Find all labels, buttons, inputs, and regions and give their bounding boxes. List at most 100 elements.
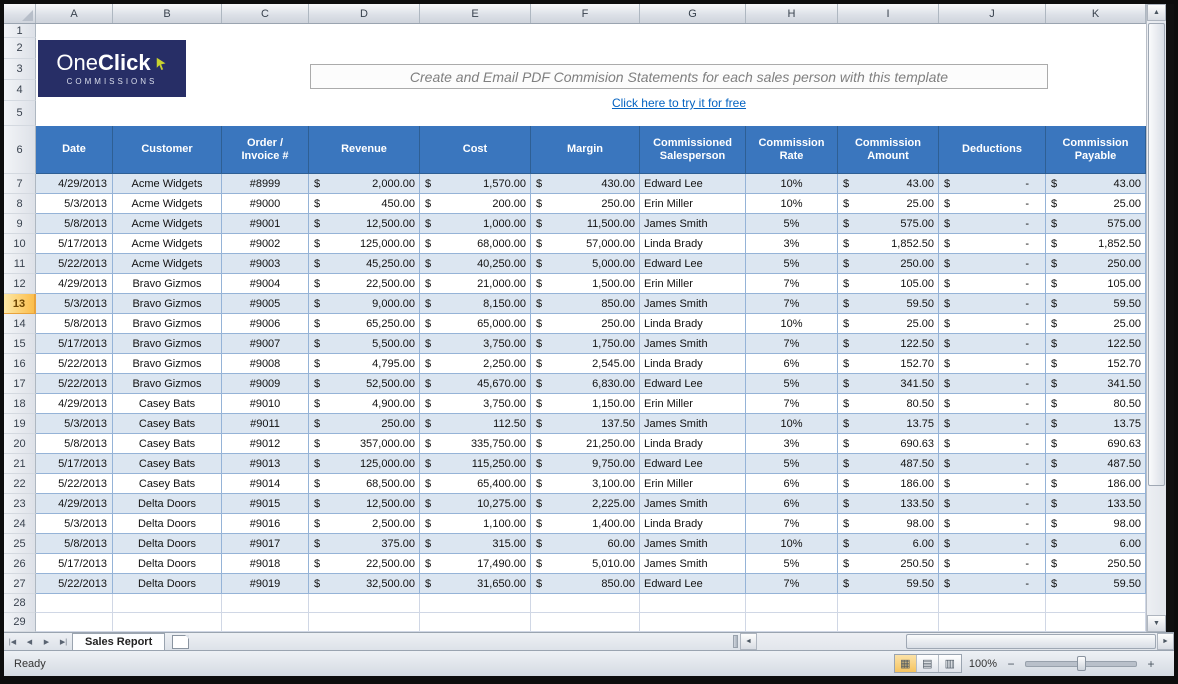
- row-header-19[interactable]: 19: [4, 414, 36, 434]
- cell-deductions[interactable]: $-: [939, 374, 1046, 394]
- scroll-down-icon[interactable]: ▼: [1147, 615, 1166, 632]
- row-header-5[interactable]: 5: [4, 101, 36, 126]
- column-header-B[interactable]: B: [113, 4, 222, 23]
- cell-customer[interactable]: Acme Widgets: [113, 214, 222, 234]
- cell-salesperson[interactable]: Linda Brady: [640, 354, 746, 374]
- cell-empty[interactable]: [939, 613, 1046, 632]
- cell-salesperson[interactable]: Linda Brady: [640, 314, 746, 334]
- cell-rate[interactable]: 5%: [746, 254, 838, 274]
- cell-payable[interactable]: $133.50: [1046, 494, 1146, 514]
- cell-rate[interactable]: 5%: [746, 214, 838, 234]
- cell-empty[interactable]: [113, 613, 222, 632]
- cell-payable[interactable]: $59.50: [1046, 574, 1146, 594]
- cell-payable[interactable]: $25.00: [1046, 314, 1146, 334]
- cell-payable[interactable]: $250.50: [1046, 554, 1146, 574]
- cell-invoice[interactable]: #9006: [222, 314, 309, 334]
- cell-salesperson[interactable]: Edward Lee: [640, 174, 746, 194]
- cell-invoice[interactable]: #8999: [222, 174, 309, 194]
- table-header-cell[interactable]: Revenue: [309, 126, 420, 174]
- cell-margin[interactable]: $430.00: [531, 174, 640, 194]
- cell-empty[interactable]: [1046, 613, 1146, 632]
- cell-date[interactable]: 5/22/2013: [36, 254, 113, 274]
- cell-amount[interactable]: $690.63: [838, 434, 939, 454]
- row-header-20[interactable]: 20: [4, 434, 36, 454]
- cell-empty[interactable]: [1046, 594, 1146, 613]
- row-header-23[interactable]: 23: [4, 494, 36, 514]
- cell-date[interactable]: 5/3/2013: [36, 194, 113, 214]
- cell-deductions[interactable]: $-: [939, 194, 1046, 214]
- cell-date[interactable]: 4/29/2013: [36, 174, 113, 194]
- cell-empty[interactable]: [420, 613, 531, 632]
- cell-cost[interactable]: $335,750.00: [420, 434, 531, 454]
- cell-margin[interactable]: $1,750.00: [531, 334, 640, 354]
- cell-revenue[interactable]: $12,500.00: [309, 494, 420, 514]
- cell-margin[interactable]: $60.00: [531, 534, 640, 554]
- cell-customer[interactable]: Casey Bats: [113, 474, 222, 494]
- cell-amount[interactable]: $250.00: [838, 254, 939, 274]
- cell-cost[interactable]: $21,000.00: [420, 274, 531, 294]
- column-header-J[interactable]: J: [939, 4, 1046, 23]
- cell-rate[interactable]: 10%: [746, 534, 838, 554]
- cell-cost[interactable]: $2,250.00: [420, 354, 531, 374]
- cell-date[interactable]: 5/22/2013: [36, 374, 113, 394]
- cell-date[interactable]: 4/29/2013: [36, 274, 113, 294]
- cell-customer[interactable]: Acme Widgets: [113, 194, 222, 214]
- cell-deductions[interactable]: $-: [939, 214, 1046, 234]
- cell-empty[interactable]: [746, 613, 838, 632]
- view-normal-icon[interactable]: ▦: [895, 655, 917, 672]
- cell-cost[interactable]: $1,000.00: [420, 214, 531, 234]
- cell-revenue[interactable]: $4,795.00: [309, 354, 420, 374]
- row-header-10[interactable]: 10: [4, 234, 36, 254]
- cell-revenue[interactable]: $9,000.00: [309, 294, 420, 314]
- row-header-4[interactable]: 4: [4, 80, 36, 101]
- zoom-slider[interactable]: [1025, 661, 1137, 667]
- cell-date[interactable]: 5/22/2013: [36, 574, 113, 594]
- row-header-21[interactable]: 21: [4, 454, 36, 474]
- cell-margin[interactable]: $5,010.00: [531, 554, 640, 574]
- cell-empty[interactable]: [939, 594, 1046, 613]
- cell-invoice[interactable]: #9014: [222, 474, 309, 494]
- cell-amount[interactable]: $186.00: [838, 474, 939, 494]
- cell-rate[interactable]: 10%: [746, 194, 838, 214]
- cell-date[interactable]: 5/8/2013: [36, 214, 113, 234]
- cell-empty[interactable]: [309, 594, 420, 613]
- cell-invoice[interactable]: #9012: [222, 434, 309, 454]
- table-header-cell[interactable]: CommissionRate: [746, 126, 838, 174]
- cell-customer[interactable]: Casey Bats: [113, 414, 222, 434]
- cell-deductions[interactable]: $-: [939, 514, 1046, 534]
- cell-date[interactable]: 5/17/2013: [36, 454, 113, 474]
- cell-cost[interactable]: $65,400.00: [420, 474, 531, 494]
- cell-amount[interactable]: $6.00: [838, 534, 939, 554]
- cell-invoice[interactable]: #9002: [222, 234, 309, 254]
- cell-payable[interactable]: $186.00: [1046, 474, 1146, 494]
- cell-date[interactable]: 4/29/2013: [36, 394, 113, 414]
- cell-amount[interactable]: $250.50: [838, 554, 939, 574]
- tab-last-icon[interactable]: ▶|: [55, 633, 72, 650]
- cell-rate[interactable]: 7%: [746, 334, 838, 354]
- cell-date[interactable]: 4/29/2013: [36, 494, 113, 514]
- column-header-G[interactable]: G: [640, 4, 746, 23]
- table-header-cell[interactable]: CommissionPayable: [1046, 126, 1146, 174]
- cell-cost[interactable]: $1,570.00: [420, 174, 531, 194]
- cell-date[interactable]: 5/3/2013: [36, 294, 113, 314]
- cell-cost[interactable]: $68,000.00: [420, 234, 531, 254]
- row-header-13[interactable]: 13: [4, 294, 36, 314]
- cell-deductions[interactable]: $-: [939, 394, 1046, 414]
- cell-amount[interactable]: $575.00: [838, 214, 939, 234]
- cell-amount[interactable]: $122.50: [838, 334, 939, 354]
- cell-rate[interactable]: 6%: [746, 354, 838, 374]
- tab-next-icon[interactable]: ▶: [38, 633, 55, 650]
- column-header-H[interactable]: H: [746, 4, 838, 23]
- cell-amount[interactable]: $25.00: [838, 314, 939, 334]
- cell-rate[interactable]: 6%: [746, 474, 838, 494]
- cell-amount[interactable]: $133.50: [838, 494, 939, 514]
- cell-salesperson[interactable]: Erin Miller: [640, 394, 746, 414]
- cell-margin[interactable]: $2,545.00: [531, 354, 640, 374]
- cell-revenue[interactable]: $45,250.00: [309, 254, 420, 274]
- cell-rate[interactable]: 7%: [746, 294, 838, 314]
- cell-customer[interactable]: Bravo Gizmos: [113, 274, 222, 294]
- cell-cost[interactable]: $10,275.00: [420, 494, 531, 514]
- cell-cost[interactable]: $315.00: [420, 534, 531, 554]
- cell-payable[interactable]: $250.00: [1046, 254, 1146, 274]
- row-header-22[interactable]: 22: [4, 474, 36, 494]
